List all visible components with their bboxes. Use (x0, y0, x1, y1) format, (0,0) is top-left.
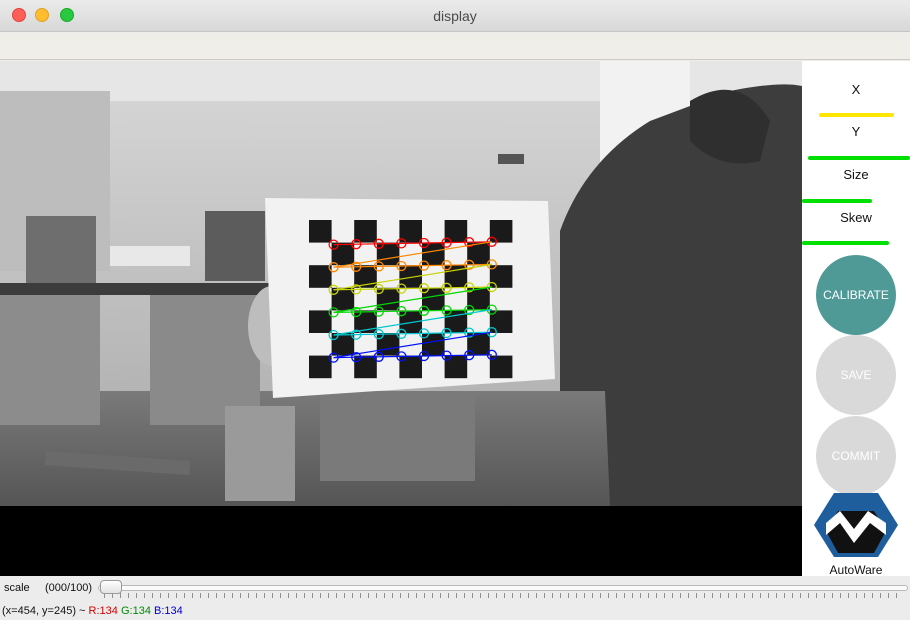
checker-square (444, 220, 468, 243)
scale-trackbar-row: scale (000/100) (0, 578, 910, 600)
y-progress-bar (808, 156, 910, 160)
papers (110, 246, 190, 266)
checker-square (331, 242, 355, 266)
window-titlebar: display (0, 0, 910, 32)
checker-square (309, 355, 332, 379)
scale-value: (000/100) (45, 582, 93, 594)
scale-slider-ticks (104, 593, 904, 598)
exit-sign (498, 154, 524, 164)
window-title: display (433, 8, 477, 24)
save-button[interactable]: SAVE (816, 335, 896, 415)
shelf-boxes (26, 216, 96, 286)
skew-label: Skew (840, 210, 872, 225)
commit-button[interactable]: COMMIT (816, 416, 896, 496)
equipment (205, 211, 265, 281)
scale-label: scale (4, 582, 30, 594)
checker-square (309, 310, 332, 333)
checker-square (354, 355, 377, 379)
toolbar (0, 33, 910, 60)
pixel-blue-value: B:134 (154, 605, 183, 617)
scale-slider-track[interactable] (98, 585, 908, 591)
checker-square (331, 287, 355, 311)
bench-cabinet-right (150, 295, 260, 425)
size-progress-bar (802, 199, 872, 203)
autoware-logo-text: AutoWare (829, 563, 883, 577)
frame-letterbox (0, 506, 802, 576)
status-bar: (x=454, y=245) ~ R:134 G:134 B:134 (0, 602, 910, 620)
checker-square (309, 265, 332, 288)
camera-frame (0, 61, 802, 576)
bench-cabinet-left (0, 295, 100, 425)
pixel-red-value: R:134 (88, 605, 118, 617)
size-label: Size (843, 167, 869, 182)
pixel-green-value: G:134 (120, 605, 151, 617)
checker-square (399, 355, 422, 379)
calibrate-button[interactable]: CALIBRATE (816, 255, 896, 335)
checker-square (331, 333, 355, 356)
cursor-coordinates: (x=454, y=245) ~ (2, 605, 86, 617)
checker-square (489, 220, 513, 243)
bench-top (0, 283, 270, 295)
chair (320, 391, 475, 481)
scale-slider-knob[interactable] (100, 580, 122, 594)
checker-square (354, 220, 377, 243)
checker-square (444, 355, 468, 379)
y-label: Y (851, 124, 861, 139)
x-progress-bar (819, 113, 894, 117)
x-label: X (851, 82, 861, 97)
calibration-panel: X Y Size Skew CALIBRATE SAVE COMMIT Auto… (802, 61, 910, 577)
camera-view (0, 61, 802, 576)
cardboard-box (225, 406, 295, 501)
skew-progress-bar (802, 241, 889, 245)
checker-square (309, 220, 332, 243)
autoware-logo-icon (814, 493, 898, 557)
